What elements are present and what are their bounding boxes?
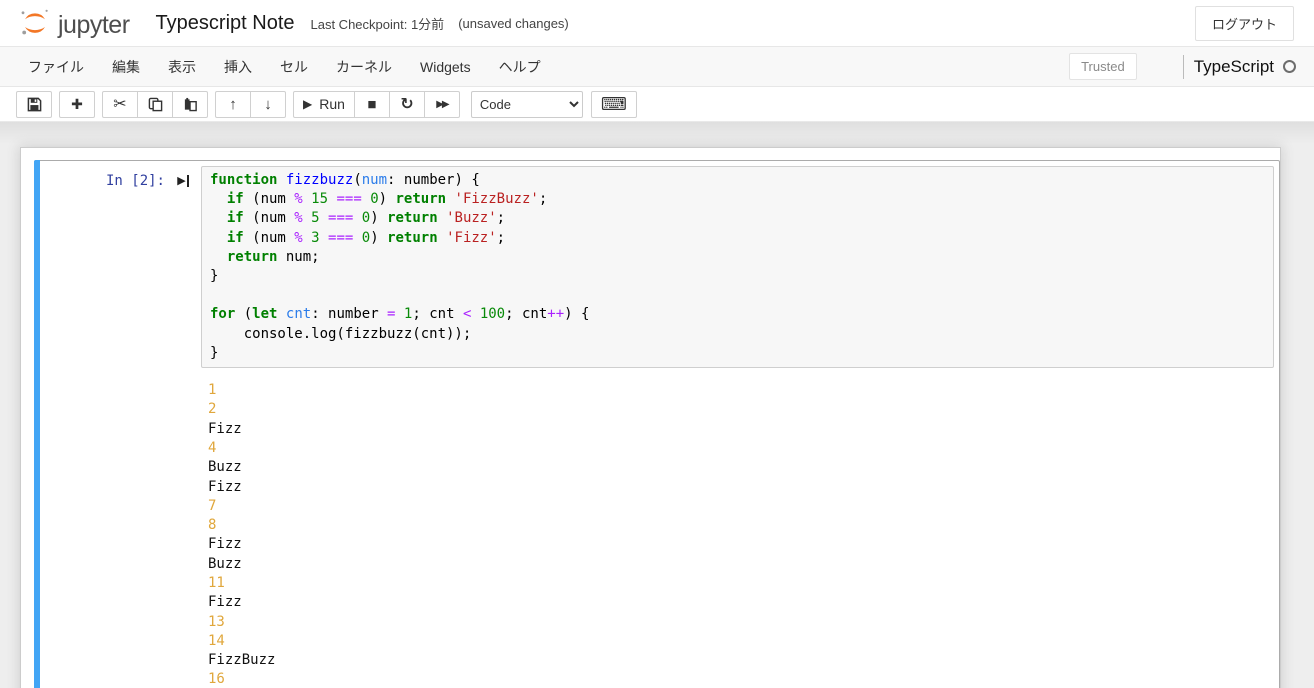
selected-cell-indicator	[34, 160, 40, 688]
move-cell-up-button[interactable]: ↑	[215, 91, 251, 118]
copy-cell-button[interactable]	[137, 91, 173, 118]
save-icon	[27, 97, 42, 112]
menu-insert[interactable]: 挿入	[210, 47, 266, 87]
menu-view[interactable]: 表示	[154, 47, 210, 87]
last-checkpoint-text: Last Checkpoint: 1分前	[311, 14, 445, 33]
notebook-panel: In [2]: ▶ function fizzbuzz(num: number)…	[0, 122, 1314, 688]
menu-kernel[interactable]: カーネル	[322, 47, 406, 87]
cell-expander[interactable]: ▶	[165, 166, 201, 187]
run-label: Run	[319, 96, 345, 112]
notebook-title[interactable]: Typescript Note	[156, 12, 295, 35]
restart-run-all-button[interactable]: ▶▶	[424, 91, 460, 118]
plus-icon: ✚	[71, 96, 83, 113]
command-palette-button[interactable]: ⌨	[591, 91, 637, 118]
header: jupyter Typescript Note Last Checkpoint:…	[0, 0, 1314, 46]
logout-button[interactable]: ログアウト	[1195, 6, 1294, 41]
kernel-divider	[1183, 55, 1184, 79]
scissors-icon: ✂	[113, 94, 126, 114]
stop-icon: ■	[367, 96, 376, 113]
output-expander-spacer	[165, 381, 201, 390]
cell-output-area: 1 2 Fizz 4 Buzz Fizz 7 8 Fizz Buzz 11 Fi…	[40, 381, 1274, 688]
jupyter-logo-text: jupyter	[58, 11, 130, 40]
menu-cell[interactable]: セル	[266, 47, 322, 87]
play-icon: ▶	[303, 97, 312, 111]
unsaved-changes-text: (unsaved changes)	[458, 16, 569, 31]
cell-input-area: In [2]: ▶ function fizzbuzz(num: number)…	[40, 166, 1274, 368]
output-prompt	[40, 381, 165, 388]
menubar: ファイル 編集 表示 挿入 セル カーネル Widgets ヘルプ Truste…	[0, 46, 1314, 87]
menu-widgets[interactable]: Widgets	[406, 49, 485, 85]
menu-help[interactable]: ヘルプ	[485, 47, 555, 87]
arrow-down-icon: ↓	[264, 96, 272, 113]
trusted-badge[interactable]: Trusted	[1069, 53, 1137, 80]
move-cell-down-button[interactable]: ↓	[250, 91, 286, 118]
jupyter-planet-icon	[18, 6, 52, 40]
jupyter-logo[interactable]: jupyter	[18, 6, 130, 40]
keyboard-icon: ⌨	[601, 94, 627, 115]
copy-icon	[148, 97, 163, 112]
save-button[interactable]	[16, 91, 52, 118]
toolbar: ✚ ✂ ↑ ↓ ▶ Run ■ ↻ ▶▶ Code	[0, 87, 1314, 122]
paste-cell-button[interactable]	[172, 91, 208, 118]
kernel-status-icon	[1283, 60, 1296, 73]
restart-icon: ↻	[400, 94, 413, 114]
code-content: function fizzbuzz(num: number) { if (num…	[210, 171, 1265, 363]
code-cell[interactable]: In [2]: ▶ function fizzbuzz(num: number)…	[34, 160, 1280, 688]
arrow-up-icon: ↑	[229, 96, 237, 113]
run-button[interactable]: ▶ Run	[293, 91, 355, 118]
menu-file[interactable]: ファイル	[14, 47, 98, 87]
interrupt-kernel-button[interactable]: ■	[354, 91, 390, 118]
code-editor[interactable]: function fizzbuzz(num: number) { if (num…	[201, 166, 1274, 368]
cell-type-select[interactable]: Code	[471, 91, 583, 118]
output-content: 1 2 Fizz 4 Buzz Fizz 7 8 Fizz Buzz 11 Fi…	[201, 381, 1274, 688]
input-prompt: In [2]:	[40, 166, 165, 189]
restart-kernel-button[interactable]: ↻	[389, 91, 425, 118]
notebook-container: In [2]: ▶ function fizzbuzz(num: number)…	[20, 147, 1281, 688]
add-cell-button[interactable]: ✚	[59, 91, 95, 118]
kernel-name: TypeScript	[1194, 57, 1274, 77]
cut-cell-button[interactable]: ✂	[102, 91, 138, 118]
fast-forward-icon: ▶▶	[436, 99, 447, 110]
expand-output-icon: ▶	[177, 175, 188, 187]
paste-icon	[183, 97, 198, 112]
menu-edit[interactable]: 編集	[98, 47, 154, 87]
